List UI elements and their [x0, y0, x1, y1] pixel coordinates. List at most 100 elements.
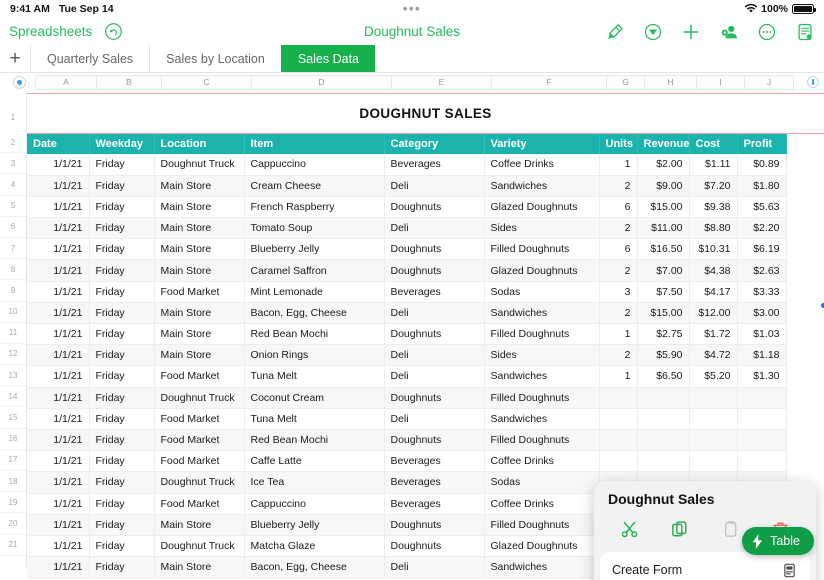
cell-location[interactable]: Main Store — [154, 175, 245, 197]
cell-revenue[interactable]: $16.50 — [637, 238, 690, 261]
cell-revenue[interactable]: $5.90 — [637, 344, 690, 367]
cell-units[interactable]: 2 — [599, 217, 638, 240]
cell-weekday[interactable]: Friday — [89, 535, 155, 558]
multitask-handle-icon[interactable]: ••• — [0, 2, 824, 15]
cell-variety[interactable]: Filled Doughnuts — [484, 238, 600, 261]
cell-cost[interactable]: $1.72 — [689, 323, 738, 346]
cell-revenue[interactable]: $9.00 — [637, 175, 690, 197]
cell-revenue[interactable]: $7.50 — [637, 281, 690, 303]
cell-date[interactable]: 1/1/21 — [27, 429, 90, 452]
cell-units[interactable]: 6 — [599, 238, 638, 261]
table-row[interactable]: 1/1/21 Friday Main Store Bacon, Egg, Cheese… — [27, 302, 787, 325]
cell-item[interactable]: Red Bean Mochi — [244, 429, 385, 452]
cell-item[interactable]: Blueberry Jelly — [244, 238, 385, 261]
cell-location[interactable]: Main Store — [154, 556, 245, 579]
cell-units[interactable]: 1 — [599, 365, 638, 388]
cell-variety[interactable]: Glazed Doughnuts — [484, 535, 600, 558]
cell-category[interactable]: Deli — [384, 365, 485, 388]
table-row[interactable]: 1/1/21 Friday Doughnut Truck Coconut Cream D… — [27, 387, 787, 409]
cell-variety[interactable]: Sandwiches — [484, 556, 600, 579]
cell-location[interactable]: Main Store — [154, 259, 245, 282]
cell-category[interactable]: Doughnuts — [384, 387, 485, 409]
table-quick-action-button[interactable]: Table — [742, 527, 814, 555]
insert-object-icon[interactable] — [643, 22, 663, 42]
cell-units[interactable]: 1 — [599, 154, 638, 176]
cell-weekday[interactable]: Friday — [89, 387, 155, 409]
cell-units[interactable] — [599, 387, 638, 409]
cell-revenue[interactable] — [637, 429, 690, 452]
cell-profit[interactable]: $1.18 — [737, 344, 787, 367]
cell-category[interactable]: Beverages — [384, 154, 485, 176]
cell-units[interactable] — [599, 429, 638, 452]
plus-icon[interactable] — [681, 22, 701, 42]
cell-category[interactable]: Deli — [384, 302, 485, 325]
cell-category[interactable]: Doughnuts — [384, 429, 485, 452]
cell-location[interactable]: Main Store — [154, 514, 245, 536]
cell-cost[interactable] — [689, 429, 738, 452]
cell-variety[interactable]: Coffee Drinks — [484, 493, 600, 515]
cell-variety[interactable]: Glazed Doughnuts — [484, 196, 600, 219]
row-number-10[interactable]: 10 — [0, 302, 26, 323]
table-row[interactable]: 1/1/21 Friday Main Store French Raspberry Do… — [27, 196, 787, 219]
cell-revenue[interactable]: $11.00 — [637, 217, 690, 240]
col-header-cost[interactable]: Cost — [689, 134, 738, 154]
table-row[interactable]: 1/1/21 Friday Doughnut Truck Cappuccino Beve… — [27, 154, 787, 176]
cell-units[interactable]: 2 — [599, 175, 638, 197]
table-row[interactable]: 1/1/21 Friday Food Market Caffe Latte Bevera… — [27, 450, 787, 473]
row-number-6[interactable]: 6 — [0, 217, 26, 238]
cell-category[interactable]: Deli — [384, 175, 485, 197]
cell-units[interactable]: 3 — [599, 281, 638, 303]
cell-date[interactable]: 1/1/21 — [27, 408, 90, 430]
cell-profit[interactable]: $0.89 — [737, 154, 787, 176]
row-number-7[interactable]: 7 — [0, 238, 26, 260]
cell-profit[interactable]: $6.19 — [737, 238, 787, 261]
column-header-b[interactable]: B — [97, 74, 162, 90]
table-row[interactable]: 1/1/21 Friday Main Store Caramel Saffron Dou… — [27, 259, 787, 282]
cell-revenue[interactable] — [637, 408, 690, 430]
cell-item[interactable]: Bacon, Egg, Cheese — [244, 302, 385, 325]
cell-units[interactable] — [599, 408, 638, 430]
cell-category[interactable]: Beverages — [384, 493, 485, 515]
col-header-date[interactable]: Date — [27, 134, 90, 154]
cell-profit[interactable]: $1.30 — [737, 365, 787, 388]
table-row[interactable]: 1/1/21 Friday Food Market Red Bean Mochi Dou… — [27, 429, 787, 452]
cell-cost[interactable]: $10.31 — [689, 238, 738, 261]
column-header-f[interactable]: F — [492, 74, 607, 90]
cell-weekday[interactable]: Friday — [89, 217, 155, 240]
table-row[interactable]: 1/1/21 Friday Main Store Red Bean Mochi Doug… — [27, 323, 787, 346]
row-number-13[interactable]: 13 — [0, 365, 26, 387]
cell-location[interactable]: Main Store — [154, 238, 245, 261]
sheet-tab-quarterly-sales[interactable]: Quarterly Sales — [30, 45, 149, 72]
cell-variety[interactable]: Sandwiches — [484, 302, 600, 325]
cell-location[interactable]: Food Market — [154, 429, 245, 452]
cell-revenue[interactable]: $7.00 — [637, 259, 690, 282]
cell-weekday[interactable]: Friday — [89, 514, 155, 536]
cell-revenue[interactable] — [637, 450, 690, 473]
cell-variety[interactable]: Sandwiches — [484, 408, 600, 430]
cell-weekday[interactable]: Friday — [89, 323, 155, 346]
col-header-variety[interactable]: Variety — [484, 134, 600, 154]
table-row[interactable]: 1/1/21 Friday Main Store Tomato Soup Deli Sid… — [27, 217, 787, 240]
cell-revenue[interactable]: $15.00 — [637, 196, 690, 219]
cell-location[interactable]: Main Store — [154, 196, 245, 219]
cell-date[interactable]: 1/1/21 — [27, 344, 90, 367]
col-header-location[interactable]: Location — [154, 134, 245, 154]
cell-profit[interactable] — [737, 387, 787, 409]
table-row[interactable]: 1/1/21 Friday Main Store Blueberry Jelly Dou… — [27, 238, 787, 261]
cell-location[interactable]: Main Store — [154, 302, 245, 325]
cell-location[interactable]: Doughnut Truck — [154, 154, 245, 176]
cell-category[interactable]: Deli — [384, 408, 485, 430]
cell-item[interactable]: Cappuccino — [244, 493, 385, 515]
row-number-12[interactable]: 12 — [0, 344, 26, 366]
cell-item[interactable]: French Raspberry — [244, 196, 385, 219]
cell-weekday[interactable]: Friday — [89, 429, 155, 452]
cell-variety[interactable]: Sides — [484, 344, 600, 367]
row-number-14[interactable]: 14 — [0, 386, 26, 408]
cell-location[interactable]: Doughnut Truck — [154, 535, 245, 558]
cell-location[interactable]: Main Store — [154, 344, 245, 367]
cell-location[interactable]: Food Market — [154, 408, 245, 430]
column-header-h[interactable]: H — [645, 74, 697, 90]
sheet-tab-sales-data[interactable]: Sales Data — [280, 45, 375, 72]
row-number-20[interactable]: 20 — [0, 513, 26, 535]
cell-category[interactable]: Doughnuts — [384, 514, 485, 536]
